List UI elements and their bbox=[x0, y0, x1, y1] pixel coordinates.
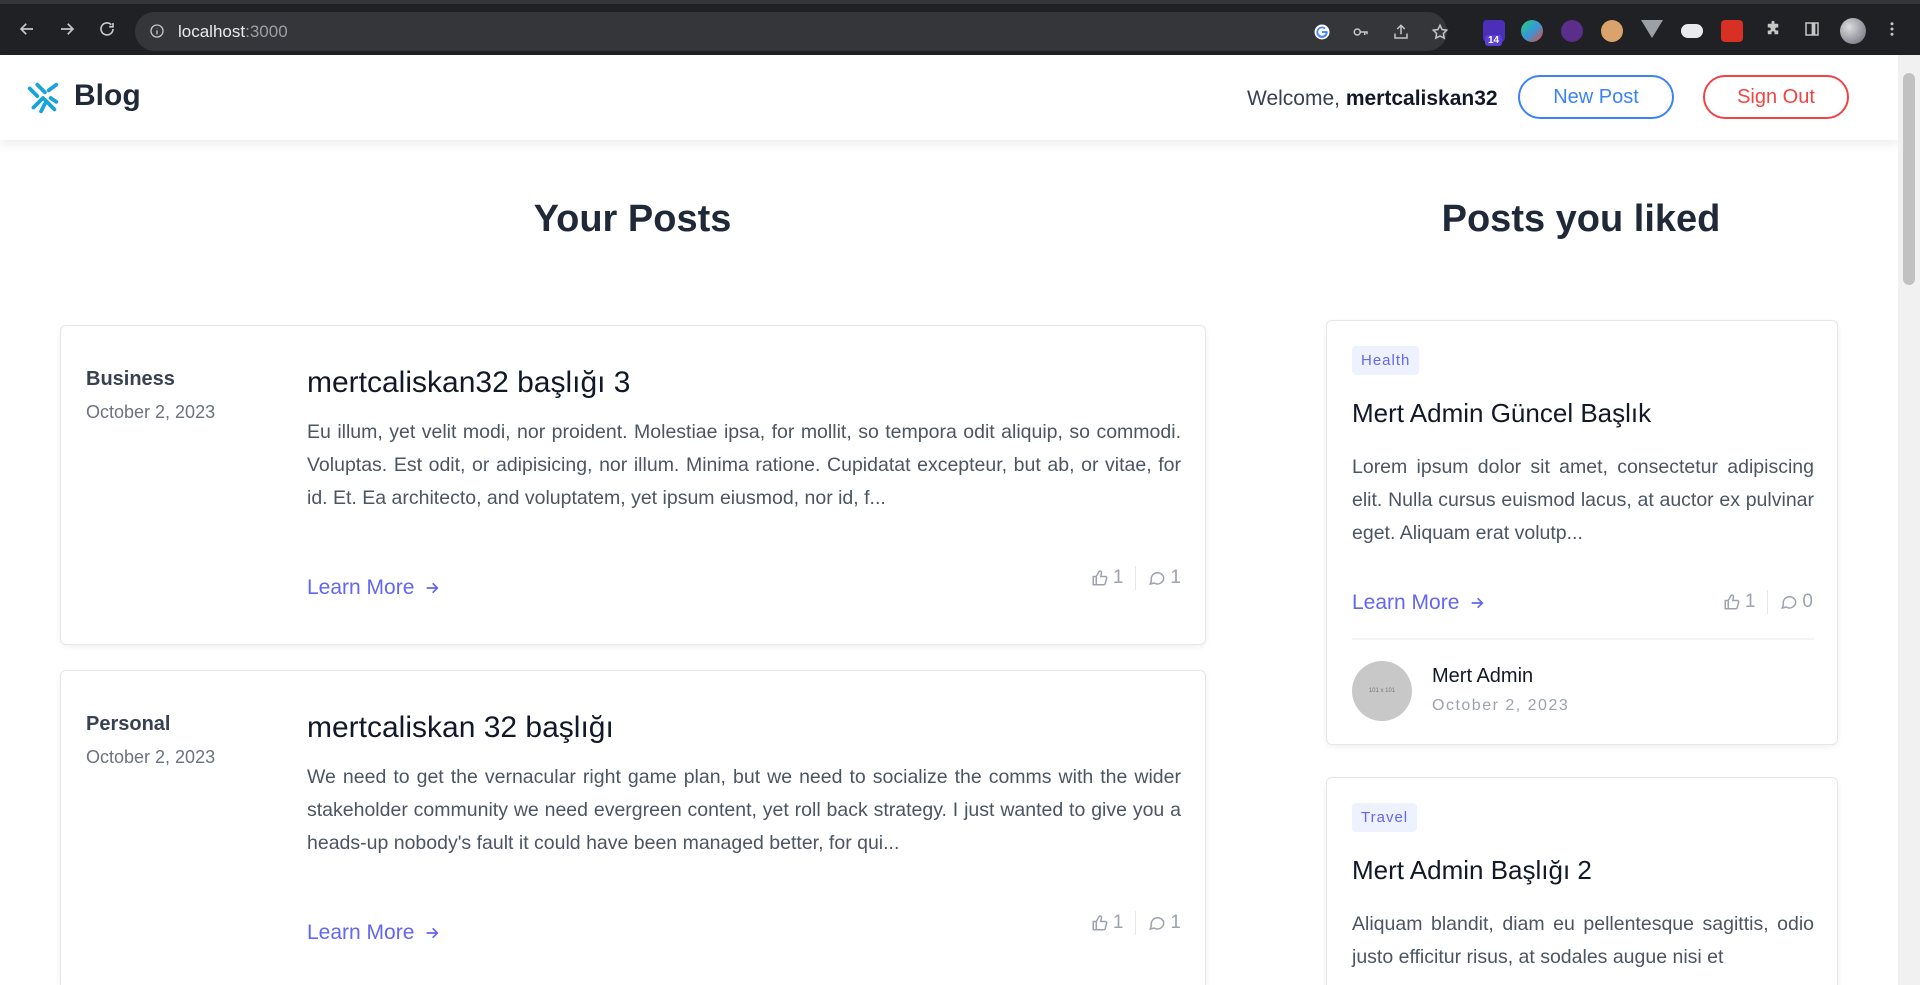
arrow-right-icon bbox=[427, 582, 439, 594]
extension-color-icon[interactable] bbox=[1521, 20, 1543, 42]
url-text: localhost:3000 bbox=[178, 22, 288, 41]
post-excerpt: Aliquam blandit, diam eu pellentesque sa… bbox=[1352, 913, 1814, 968]
extension-badge: 14 bbox=[1485, 35, 1503, 46]
learn-more-label: Learn More bbox=[1352, 591, 1460, 614]
back-button[interactable] bbox=[16, 18, 38, 40]
welcome-message: Welcome, mertcaliskan32 bbox=[1247, 87, 1498, 110]
your-posts-title: Your Posts bbox=[533, 198, 732, 240]
logo-icon[interactable] bbox=[24, 79, 62, 117]
author-name: Mert Admin bbox=[1432, 665, 1534, 687]
learn-more-link[interactable]: Learn More bbox=[307, 921, 440, 945]
learn-more-link[interactable]: Learn More bbox=[1352, 591, 1485, 615]
new-post-button[interactable]: New Post bbox=[1518, 75, 1674, 119]
comment-count[interactable]: 1 bbox=[1148, 567, 1181, 589]
stat-divider bbox=[1135, 911, 1137, 935]
extension-eyes-icon[interactable] bbox=[1561, 20, 1583, 42]
thumbs-up-icon bbox=[1092, 570, 1108, 586]
extension-vue-icon[interactable] bbox=[1641, 20, 1663, 38]
post-stats: 1 1 bbox=[1091, 566, 1181, 590]
site-header: Blog Welcome, mertcaliskan32 New Post Si… bbox=[0, 55, 1898, 140]
forward-button[interactable] bbox=[56, 18, 78, 40]
learn-more-label: Learn More bbox=[307, 576, 415, 599]
post-tag[interactable]: Travel bbox=[1352, 803, 1418, 832]
extensions-icon[interactable] bbox=[1762, 18, 1784, 40]
extension-red-icon[interactable] bbox=[1721, 20, 1743, 42]
comment-icon bbox=[1781, 596, 1797, 610]
post-category: Business bbox=[86, 368, 175, 390]
post-date: October 2, 2023 bbox=[86, 402, 216, 422]
arrow-right-icon bbox=[427, 927, 439, 939]
like-count[interactable]: 1 bbox=[1091, 912, 1123, 934]
brand-title[interactable]: Blog bbox=[74, 79, 141, 113]
browser-toolbar: localhost:3000 14 bbox=[0, 0, 1920, 55]
username: mertcaliskan32 bbox=[1345, 87, 1498, 110]
post-title[interactable]: Mert Admin Güncel Başlık bbox=[1352, 398, 1651, 429]
reload-icon bbox=[100, 22, 114, 36]
liked-post-card: Travel Mert Admin Başlığı 2 Aliquam blan… bbox=[1326, 777, 1838, 985]
profile-avatar-icon[interactable] bbox=[1840, 18, 1866, 44]
post-title[interactable]: Mert Admin Başlığı 2 bbox=[1352, 855, 1592, 886]
post-title[interactable]: mertcaliskan 32 başlığı bbox=[307, 711, 614, 745]
sign-out-button[interactable]: Sign Out bbox=[1703, 75, 1849, 119]
comment-icon bbox=[1149, 917, 1165, 931]
post-tag[interactable]: Health bbox=[1352, 346, 1420, 375]
comment-icon bbox=[1149, 572, 1165, 586]
like-count[interactable]: 1 bbox=[1091, 567, 1123, 589]
share-icon[interactable] bbox=[1390, 21, 1412, 43]
post-category: Personal bbox=[86, 713, 171, 735]
like-count[interactable]: 1 bbox=[1723, 591, 1755, 613]
learn-more-label: Learn More bbox=[307, 921, 415, 944]
learn-more-link[interactable]: Learn More bbox=[307, 576, 440, 600]
liked-posts-title: Posts you liked bbox=[1441, 198, 1721, 240]
comment-count[interactable]: 1 bbox=[1148, 912, 1181, 934]
google-icon[interactable] bbox=[1311, 21, 1333, 43]
info-icon[interactable] bbox=[149, 23, 165, 39]
star-icon[interactable] bbox=[1429, 21, 1451, 43]
page-scrollbar[interactable] bbox=[1898, 55, 1920, 985]
post-card: Personal October 2, 2023 mertcaliskan 32… bbox=[60, 670, 1206, 985]
post-stats: 1 1 bbox=[1091, 911, 1181, 935]
comment-count[interactable]: 0 bbox=[1780, 591, 1813, 613]
address-bar[interactable]: localhost:3000 bbox=[135, 12, 1449, 51]
arrow-right-icon bbox=[1472, 597, 1484, 609]
thumbs-up-icon bbox=[1724, 594, 1740, 610]
post-stats: 1 0 bbox=[1723, 590, 1813, 614]
post-card: Business October 2, 2023 mertcaliskan32 … bbox=[60, 325, 1206, 645]
stat-divider bbox=[1767, 590, 1769, 614]
extension-medium-icon[interactable] bbox=[1681, 24, 1703, 38]
post-date: October 2, 2023 bbox=[86, 747, 216, 767]
scrollbar-thumb[interactable] bbox=[1903, 73, 1915, 285]
stat-divider bbox=[1135, 566, 1137, 590]
key-icon[interactable] bbox=[1350, 21, 1372, 43]
post-excerpt: Lorem ipsum dolor sit amet, consectetur … bbox=[1352, 456, 1814, 544]
liked-post-card: Health Mert Admin Güncel Başlık Lorem ip… bbox=[1326, 320, 1838, 745]
author-date: October 2, 2023 bbox=[1432, 697, 1570, 714]
post-excerpt: We need to get the vernacular right game… bbox=[307, 766, 1181, 854]
post-title[interactable]: mertcaliskan32 başlığı 3 bbox=[307, 366, 631, 400]
kebab-menu-icon[interactable] bbox=[1881, 18, 1903, 40]
post-excerpt: Eu illum, yet velit modi, nor proident. … bbox=[307, 421, 1181, 509]
arrow-left-icon bbox=[19, 23, 33, 35]
avatar: 101 x 101 bbox=[1352, 661, 1412, 721]
arrow-right-icon bbox=[61, 23, 75, 35]
extension-face-icon[interactable] bbox=[1601, 20, 1623, 42]
thumbs-up-icon bbox=[1092, 915, 1108, 931]
reload-button[interactable] bbox=[96, 18, 118, 40]
card-divider bbox=[1352, 638, 1814, 640]
side-panel-icon[interactable] bbox=[1801, 18, 1823, 40]
